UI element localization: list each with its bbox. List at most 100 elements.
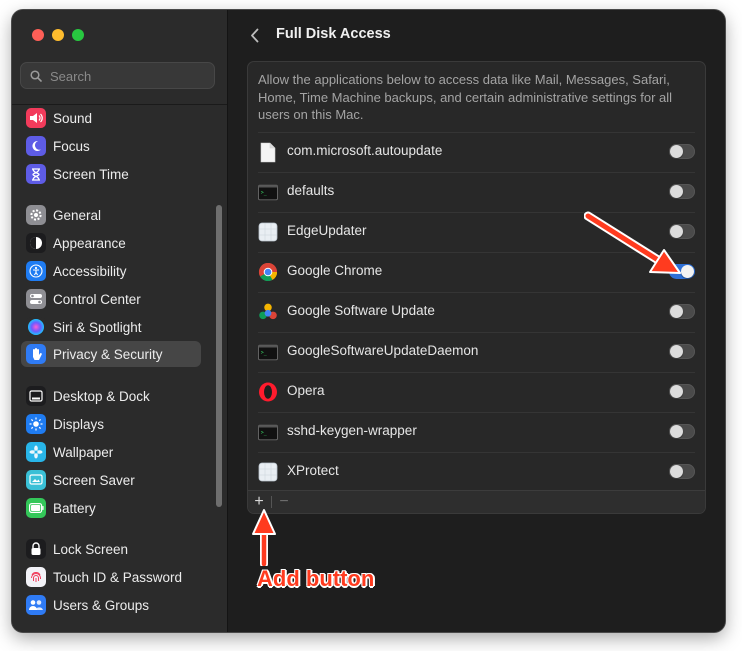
app-row: XProtect [248, 452, 705, 492]
app-name: sshd-keygen-wrapper [287, 423, 417, 438]
sidebar-item-label: Users & Groups [53, 597, 150, 613]
access-toggle[interactable] [669, 344, 695, 359]
main-content: Full Disk Access Allow the applications … [228, 10, 725, 632]
sidebar-item-screen-time[interactable]: Screen Time [21, 161, 201, 187]
sidebar-item-label: Wallpaper [53, 444, 114, 460]
sidebar-item-displays[interactable]: Displays [21, 411, 201, 437]
app-name: Opera [287, 383, 325, 398]
sidebar-item-general[interactable]: General [21, 202, 201, 228]
app-row: Opera [248, 372, 705, 412]
back-button[interactable] [244, 24, 264, 46]
close-window-button[interactable] [32, 29, 44, 41]
svg-text:>_: >_ [261, 349, 268, 355]
full-disk-access-list: Allow the applications below to access d… [247, 61, 706, 514]
sidebar-item-label: Screen Saver [53, 472, 135, 488]
speaker-icon [26, 108, 46, 128]
terminal-icon: >_ [258, 341, 278, 363]
sidebar-item-label: Privacy & Security [53, 346, 163, 362]
sidebar-item-siri-spotlight[interactable]: Siri & Spotlight [21, 314, 201, 340]
sidebar-item-appearance[interactable]: Appearance [21, 230, 201, 256]
search-input[interactable] [48, 63, 212, 90]
sidebar-item-label: Desktop & Dock [53, 388, 150, 404]
search-box[interactable] [20, 62, 215, 90]
gear-icon [26, 205, 46, 225]
sidebar-item-label: Appearance [53, 235, 126, 251]
sidebar-item-label: Lock Screen [53, 541, 129, 557]
sidebar-item-privacy-security[interactable]: Privacy & Security [21, 341, 201, 367]
chevron-left-icon [250, 28, 258, 42]
access-toggle[interactable] [669, 424, 695, 439]
hand-icon [26, 344, 46, 364]
dock-icon [26, 386, 46, 406]
sidebar-item-sound[interactable]: Sound [21, 105, 201, 131]
list-footer: + − [248, 490, 705, 513]
sun-icon [26, 414, 46, 434]
annotation-arrow-toggle [584, 211, 681, 274]
sidebar-item-label: Battery [53, 500, 96, 516]
generic-app-icon [258, 461, 278, 483]
sidebar-item-lock-screen[interactable]: Lock Screen [21, 536, 201, 562]
opera-icon [258, 381, 278, 403]
fingerprint-icon [26, 567, 46, 587]
hourglass-icon [26, 164, 46, 184]
system-settings-window: Sound Focus Screen Time General Appear [12, 10, 725, 632]
app-name: EdgeUpdater [287, 223, 367, 238]
sidebar-item-label: General [53, 207, 102, 223]
moon-icon [26, 136, 46, 156]
sidebar-item-label: Displays [53, 416, 105, 432]
sidebar-item-desktop-dock[interactable]: Desktop & Dock [21, 383, 201, 409]
app-row: Google Software Update [248, 292, 705, 332]
access-toggle[interactable] [669, 184, 695, 199]
app-name: Google Chrome [287, 263, 383, 278]
terminal-icon: >_ [258, 421, 278, 443]
app-name: com.microsoft.autoupdate [287, 143, 443, 158]
sidebar-item-control-center[interactable]: Control Center [21, 286, 201, 312]
access-toggle[interactable] [669, 464, 695, 479]
sidebar-item-battery[interactable]: Battery [21, 495, 201, 521]
appearance-icon [26, 233, 46, 253]
control-center-icon [26, 289, 46, 309]
sidebar-item-label: Screen Time [53, 166, 129, 182]
sidebar-item-label: Control Center [53, 291, 141, 307]
sidebar-item-label: Focus [53, 138, 90, 154]
terminal-icon: >_ [258, 181, 278, 203]
minimize-window-button[interactable] [52, 29, 64, 41]
sidebar-item-wallpaper[interactable]: Wallpaper [21, 439, 201, 465]
siri-icon [26, 317, 46, 337]
document-icon [258, 141, 278, 163]
app-name: XProtect [287, 463, 339, 478]
app-row: com.microsoft.autoupdate [248, 132, 705, 172]
app-row: >_ sshd-keygen-wrapper [248, 412, 705, 452]
chrome-icon [258, 261, 278, 283]
battery-icon [26, 498, 46, 518]
generic-app-icon [258, 221, 278, 243]
access-toggle[interactable] [669, 304, 695, 319]
sidebar-item-focus[interactable]: Focus [21, 133, 201, 159]
svg-text:>_: >_ [261, 429, 268, 435]
annotation-label: Add button [257, 566, 375, 591]
flower-icon [26, 442, 46, 462]
access-toggle[interactable] [669, 144, 695, 159]
app-row: >_ defaults [248, 172, 705, 212]
app-name: Google Software Update [287, 303, 435, 318]
page-title: Full Disk Access [276, 26, 391, 42]
sidebar-item-accessibility[interactable]: Accessibility [21, 258, 201, 284]
sidebar: Sound Focus Screen Time General Appear [12, 10, 228, 632]
access-toggle[interactable] [669, 384, 695, 399]
sidebar-item-label: Siri & Spotlight [53, 319, 142, 335]
sidebar-item-label: Sound [53, 110, 93, 126]
sidebar-item-label: Touch ID & Password [53, 569, 183, 585]
sidebar-item-touch-id[interactable]: Touch ID & Password [21, 564, 201, 590]
sidebar-item-users-groups[interactable]: Users & Groups [21, 592, 201, 618]
zoom-window-button[interactable] [72, 29, 84, 41]
search-icon [30, 70, 42, 82]
app-name: defaults [287, 183, 335, 198]
footer-divider [271, 496, 272, 508]
app-row: >_ GoogleSoftwareUpdateDaemon [248, 332, 705, 372]
description-text: Allow the applications below to access d… [258, 72, 673, 122]
google-update-icon [258, 301, 278, 323]
app-name: GoogleSoftwareUpdateDaemon [287, 343, 479, 358]
sidebar-item-label: Accessibility [53, 263, 127, 279]
sidebar-item-screen-saver[interactable]: Screen Saver [21, 467, 201, 493]
sidebar-scrollbar[interactable] [216, 205, 222, 507]
